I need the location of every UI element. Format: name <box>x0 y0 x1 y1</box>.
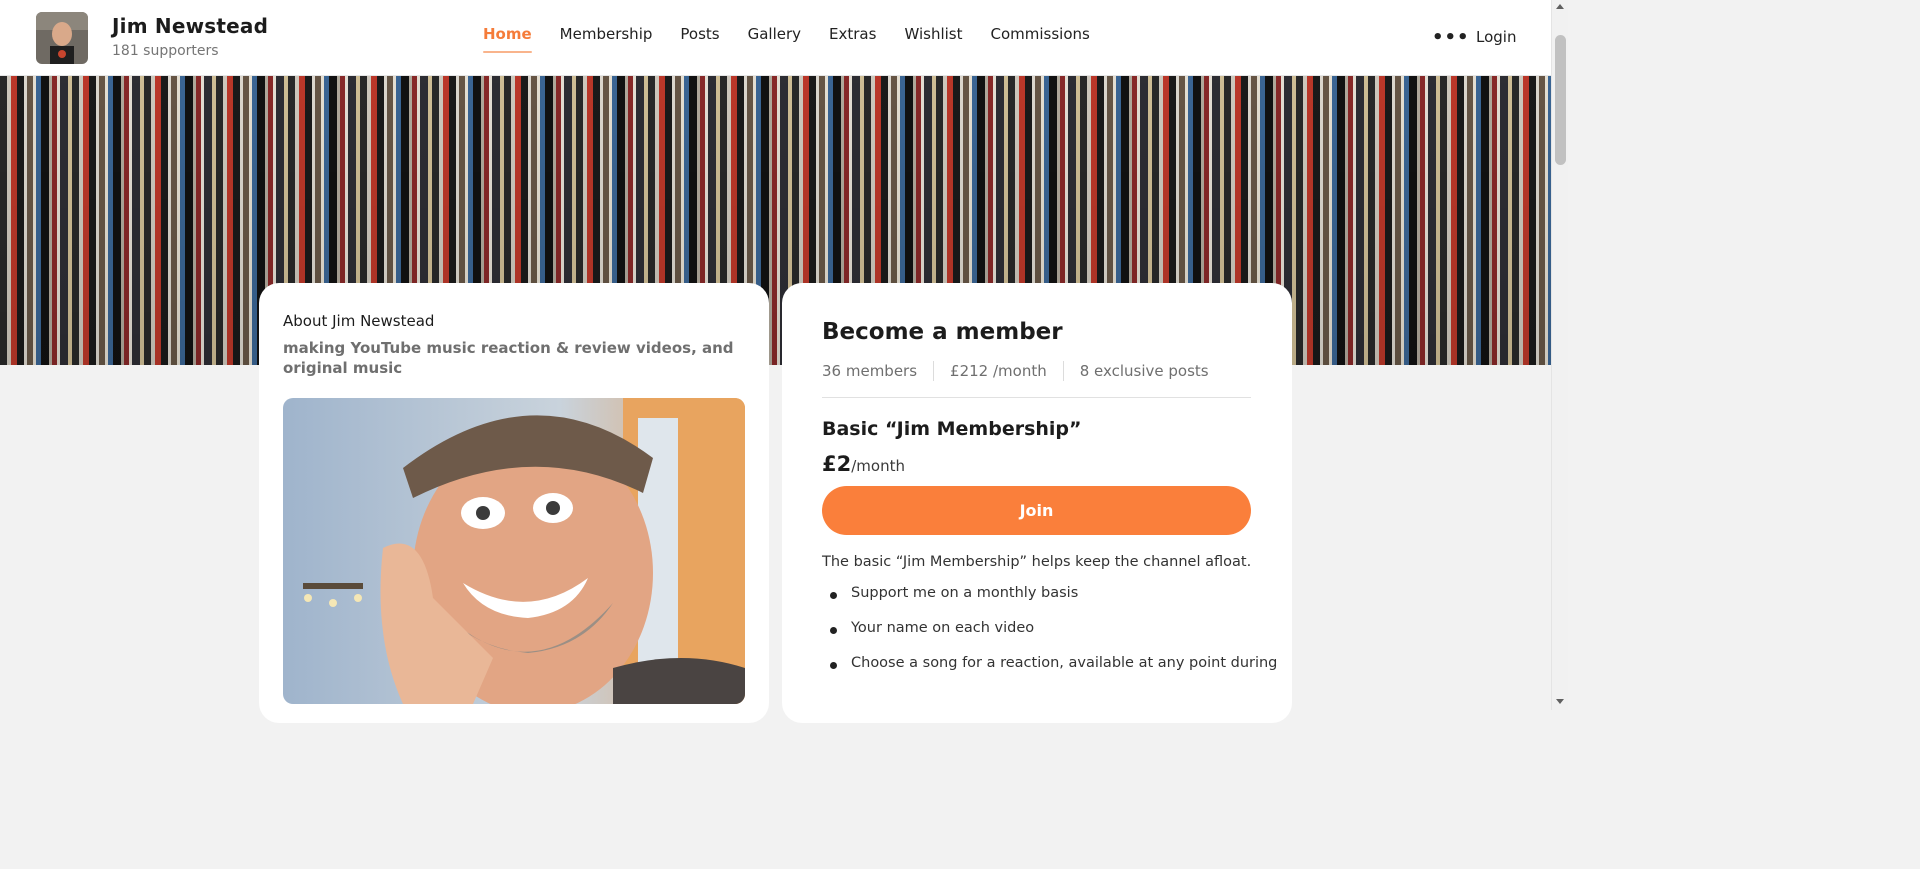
join-button[interactable]: Join <box>822 486 1251 535</box>
section-divider <box>822 397 1251 398</box>
about-description: making YouTube music reaction & review v… <box>283 339 734 377</box>
main-nav: Home Membership Posts Gallery Extras Wis… <box>483 25 1090 53</box>
nav-home[interactable]: Home <box>483 25 532 53</box>
stat-divider <box>1062 361 1064 381</box>
benefit-item: Support me on a monthly basis <box>822 585 1251 620</box>
tier-price: £2/month <box>822 452 1251 476</box>
banner-shade <box>0 76 1551 365</box>
creator-name[interactable]: Jim Newstead <box>112 14 268 38</box>
top-header: Jim Newstead 181 supporters Home Members… <box>0 0 1551 76</box>
nav-membership[interactable]: Membership <box>560 25 653 53</box>
members-count: 36 members <box>822 362 918 380</box>
tier-name: Basic “Jim Membership” <box>822 418 1082 440</box>
login-link[interactable]: Login <box>1476 28 1516 46</box>
scroll-up-arrow-icon[interactable] <box>1556 4 1564 9</box>
price-period: /month <box>851 457 905 475</box>
membership-title: Become a member <box>822 319 1063 345</box>
stat-divider <box>933 361 935 381</box>
nav-commissions[interactable]: Commissions <box>990 25 1089 53</box>
nav-extras[interactable]: Extras <box>829 25 876 53</box>
tier-description: The basic “Jim Membership” helps keep th… <box>822 554 1252 570</box>
membership-card: Become a member 36 members £212 /month 8… <box>782 283 1292 723</box>
exclusive-posts-count: 8 exclusive posts <box>1079 362 1209 380</box>
benefit-item: Your name on each video <box>822 620 1251 655</box>
benefits-list: Support me on a monthly basis Your name … <box>822 585 1277 690</box>
page-scrollbar[interactable] <box>1551 0 1568 710</box>
benefit-item: Choose a song for a reaction, available … <box>822 655 1277 690</box>
scroll-down-arrow-icon[interactable] <box>1556 699 1564 704</box>
about-card: About Jim Newstead making YouTube music … <box>259 283 769 723</box>
nav-gallery[interactable]: Gallery <box>748 25 801 53</box>
about-photo <box>283 398 745 704</box>
nav-posts[interactable]: Posts <box>680 25 719 53</box>
membership-stats: 36 members £212 /month 8 exclusive posts <box>822 361 1251 381</box>
about-title: About Jim Newstead <box>283 312 435 330</box>
monthly-earnings: £212 /month <box>950 362 1047 380</box>
more-dots-icon[interactable]: ••• <box>1432 27 1470 48</box>
price-amount: £2 <box>822 452 852 476</box>
creator-avatar[interactable] <box>36 12 88 64</box>
nav-wishlist[interactable]: Wishlist <box>904 25 962 53</box>
scroll-thumb[interactable] <box>1555 35 1566 165</box>
supporters-count: 181 supporters <box>112 43 219 59</box>
cover-banner <box>0 76 1551 365</box>
